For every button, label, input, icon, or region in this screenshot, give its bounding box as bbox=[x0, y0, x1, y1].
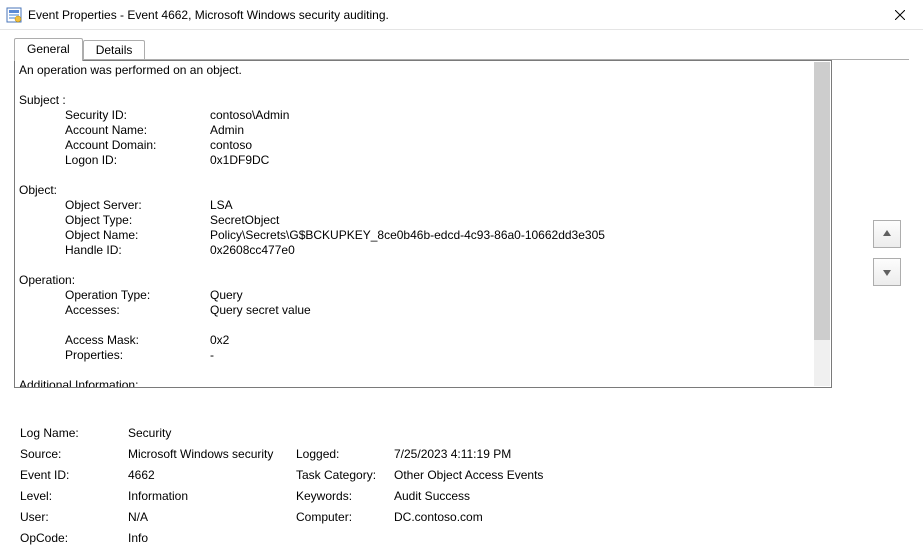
security-id-label: Security ID: bbox=[65, 108, 210, 123]
source-label: Source: bbox=[20, 447, 128, 461]
task-category-value: Other Object Access Events bbox=[394, 468, 889, 482]
operation-header: Operation: bbox=[19, 273, 75, 288]
properties-label: Properties: bbox=[65, 348, 210, 363]
app-icon bbox=[6, 7, 22, 23]
user-value: N/A bbox=[128, 510, 296, 524]
security-id-value: contoso\Admin bbox=[210, 108, 289, 123]
close-button[interactable] bbox=[877, 0, 923, 30]
handle-id-label: Handle ID: bbox=[65, 243, 210, 258]
access-mask-value: 0x2 bbox=[210, 333, 229, 348]
titlebar: Event Properties - Event 4662, Microsoft… bbox=[0, 0, 923, 30]
scrollbar-thumb[interactable] bbox=[814, 62, 830, 340]
level-label: Level: bbox=[20, 489, 128, 503]
account-name-label: Account Name: bbox=[65, 123, 210, 138]
handle-id-value: 0x2608cc477e0 bbox=[210, 243, 295, 258]
event-id-label: Event ID: bbox=[20, 468, 128, 482]
level-value: Information bbox=[128, 489, 296, 503]
event-description-box[interactable]: An operation was performed on an object.… bbox=[14, 60, 832, 388]
additional-info-header: Additional Information: bbox=[19, 378, 138, 388]
object-header: Object: bbox=[19, 183, 57, 198]
account-domain-label: Account Domain: bbox=[65, 138, 210, 153]
opcode-value: Info bbox=[128, 531, 296, 545]
access-mask-label: Access Mask: bbox=[65, 333, 210, 348]
close-icon bbox=[895, 10, 905, 20]
opcode-label: OpCode: bbox=[20, 531, 128, 545]
window-title: Event Properties - Event 4662, Microsoft… bbox=[28, 8, 877, 22]
arrow-up-icon bbox=[881, 228, 893, 240]
log-name-value: Security bbox=[128, 426, 296, 440]
subject-header: Subject : bbox=[19, 93, 66, 108]
source-value: Microsoft Windows security bbox=[128, 447, 296, 461]
tab-details[interactable]: Details bbox=[83, 40, 146, 60]
logon-id-value: 0x1DF9DC bbox=[210, 153, 269, 168]
object-type-value: SecretObject bbox=[210, 213, 279, 228]
desc-heading: An operation was performed on an object. bbox=[19, 63, 242, 78]
event-summary: Log Name: Security Source: Microsoft Win… bbox=[20, 422, 889, 548]
logged-label: Logged: bbox=[296, 447, 394, 461]
object-server-value: LSA bbox=[210, 198, 233, 213]
tab-content: An operation was performed on an object.… bbox=[14, 60, 909, 548]
operation-type-label: Operation Type: bbox=[65, 288, 210, 303]
object-type-label: Object Type: bbox=[65, 213, 210, 228]
accesses-value: Query secret value bbox=[210, 303, 311, 318]
scrollbar[interactable] bbox=[814, 62, 830, 386]
logged-value: 7/25/2023 4:11:19 PM bbox=[394, 447, 889, 461]
object-name-value: Policy\Secrets\G$BCKUPKEY_8ce0b46b-edcd-… bbox=[210, 228, 605, 243]
keywords-value: Audit Success bbox=[394, 489, 889, 503]
account-name-value: Admin bbox=[210, 123, 244, 138]
object-server-label: Object Server: bbox=[65, 198, 210, 213]
operation-type-value: Query bbox=[210, 288, 243, 303]
prev-event-button[interactable] bbox=[873, 220, 901, 248]
task-category-label: Task Category: bbox=[296, 468, 394, 482]
arrow-down-icon bbox=[881, 266, 893, 278]
tabstrip: General Details bbox=[0, 36, 923, 60]
tab-general[interactable]: General bbox=[14, 38, 83, 61]
event-id-value: 4662 bbox=[128, 468, 296, 482]
properties-value: - bbox=[210, 348, 214, 363]
accesses-label: Accesses: bbox=[65, 303, 210, 318]
object-name-label: Object Name: bbox=[65, 228, 210, 243]
user-label: User: bbox=[20, 510, 128, 524]
computer-label: Computer: bbox=[296, 510, 394, 524]
computer-value: DC.contoso.com bbox=[394, 510, 889, 524]
account-domain-value: contoso bbox=[210, 138, 252, 153]
next-event-button[interactable] bbox=[873, 258, 901, 286]
keywords-label: Keywords: bbox=[296, 489, 394, 503]
logon-id-label: Logon ID: bbox=[65, 153, 210, 168]
log-name-label: Log Name: bbox=[20, 426, 128, 440]
event-properties-window: Event Properties - Event 4662, Microsoft… bbox=[0, 0, 923, 548]
